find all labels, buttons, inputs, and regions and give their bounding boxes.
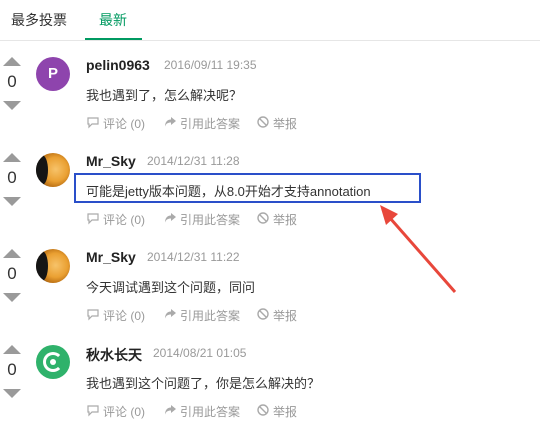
- answer-timestamp: 2016/09/11 19:35: [164, 58, 257, 72]
- speech-bubble-icon: [86, 307, 100, 321]
- comment-label: 评论 (0): [103, 213, 146, 227]
- active-tab-indicator: [85, 38, 142, 40]
- avatar[interactable]: [36, 345, 70, 379]
- ban-icon: [256, 403, 270, 417]
- vote-up-icon[interactable]: [3, 57, 21, 66]
- report-label: 举报: [273, 405, 298, 419]
- ban-icon: [256, 211, 270, 225]
- answer-item: 0 P pelin0963 2016/09/11 19:35 我也遇到了，怎么解…: [0, 57, 540, 152]
- vote-widget: 0: [0, 249, 26, 309]
- cite-answer-label: 引用此答案: [180, 405, 241, 419]
- speech-bubble-icon: [86, 115, 100, 129]
- vote-up-icon[interactable]: [3, 345, 21, 354]
- vote-count: 0: [7, 168, 17, 187]
- share-arrow-icon: [163, 307, 177, 321]
- sort-tabs: 最多投票 最新: [0, 0, 540, 41]
- vote-widget: 0: [0, 57, 26, 117]
- answer-timestamp: 2014/12/31 11:22: [147, 250, 240, 264]
- report-label: 举报: [273, 213, 298, 227]
- tab-newest[interactable]: 最新: [99, 10, 127, 30]
- cite-answer-label: 引用此答案: [180, 309, 241, 323]
- username[interactable]: 秋水长天: [86, 345, 142, 365]
- vote-down-icon[interactable]: [3, 101, 21, 110]
- report-label: 举报: [273, 309, 298, 323]
- username[interactable]: Mr_Sky: [86, 153, 136, 169]
- vote-count: 0: [7, 360, 17, 379]
- username[interactable]: Mr_Sky: [86, 249, 136, 265]
- answer-content: 我也遇到这个问题了，你是怎么解决的？: [86, 376, 321, 391]
- vote-down-icon[interactable]: [3, 197, 21, 206]
- speech-bubble-icon: [86, 211, 100, 225]
- answer-content: 今天调试遇到这个问题，同问: [86, 280, 256, 295]
- comment-label: 评论 (0): [103, 309, 146, 323]
- speech-bubble-icon: [86, 403, 100, 417]
- share-arrow-icon: [163, 403, 177, 417]
- ban-icon: [256, 307, 270, 321]
- vote-count: 0: [7, 72, 17, 91]
- avatar[interactable]: [36, 153, 70, 187]
- report-label: 举报: [273, 117, 298, 131]
- ban-icon: [256, 115, 270, 129]
- answer-item: 0 秋水长天 2014/08/21 01:05 我也遇到这个问题了，你是怎么解决…: [0, 345, 540, 427]
- answer-content: 我也遇到了，怎么解决呢？: [86, 88, 243, 103]
- cite-answer-label: 引用此答案: [180, 213, 241, 227]
- vote-down-icon[interactable]: [3, 293, 21, 302]
- answer-timestamp: 2014/08/21 01:05: [153, 346, 247, 360]
- comment-label: 评论 (0): [103, 117, 146, 131]
- avatar[interactable]: P: [36, 57, 70, 91]
- answer-item: 0 Mr_Sky 2014/12/31 11:22 今天调试遇到这个问题，同问 …: [0, 249, 540, 344]
- highlight-box: [74, 173, 421, 203]
- username[interactable]: pelin0963: [86, 57, 150, 73]
- share-arrow-icon: [163, 115, 177, 129]
- answer-timestamp: 2014/12/31 11:28: [147, 154, 240, 168]
- vote-widget: 0: [0, 153, 26, 213]
- vote-up-icon[interactable]: [3, 153, 21, 162]
- answers-page: 最多投票 最新 0 P pelin0963 2016/09/11 19:35 我…: [0, 0, 540, 427]
- share-arrow-icon: [163, 211, 177, 225]
- vote-up-icon[interactable]: [3, 249, 21, 258]
- vote-count: 0: [7, 264, 17, 283]
- avatar[interactable]: [36, 249, 70, 283]
- comment-label: 评论 (0): [103, 405, 146, 419]
- cite-answer-label: 引用此答案: [180, 117, 241, 131]
- vote-down-icon[interactable]: [3, 389, 21, 398]
- tab-most-votes[interactable]: 最多投票: [11, 10, 67, 30]
- vote-widget: 0: [0, 345, 26, 405]
